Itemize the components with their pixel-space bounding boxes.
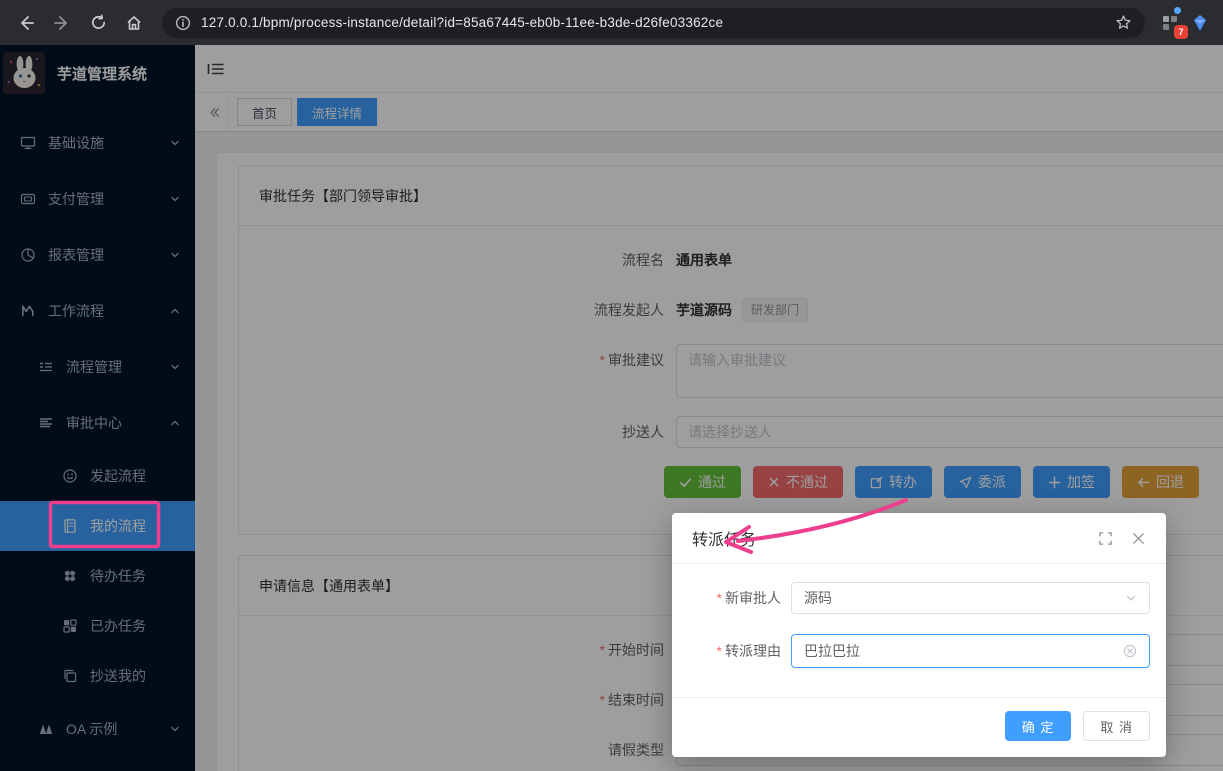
reload-icon[interactable]: [82, 7, 114, 39]
dialog-body: *新审批人 源码 *转派理由 巴拉巴拉: [672, 564, 1166, 697]
fullscreen-icon[interactable]: [1098, 531, 1113, 546]
extension-icon[interactable]: 7: [1157, 10, 1183, 36]
bookmark-star-icon[interactable]: [1115, 14, 1132, 31]
confirm-button[interactable]: 确 定: [1005, 711, 1072, 741]
reason-input[interactable]: 巴拉巴拉: [791, 634, 1150, 668]
site-info-icon[interactable]: [175, 15, 191, 31]
assignee-value: 源码: [804, 588, 1125, 608]
transfer-task-dialog: 转派任务 *新审批人 源码 *转派理由 巴拉巴拉: [672, 513, 1166, 757]
dialog-title: 转派任务: [692, 526, 1080, 550]
home-icon[interactable]: [118, 7, 150, 39]
chevron-down-icon: [1125, 592, 1137, 604]
required-asterisk: *: [717, 590, 722, 606]
forward-icon[interactable]: [46, 7, 78, 39]
cancel-button[interactable]: 取 消: [1083, 711, 1150, 741]
browser-toolbar: 127.0.0.1/bpm/process-instance/detail?id…: [0, 0, 1223, 45]
gem-extension-icon[interactable]: [1187, 10, 1213, 36]
dialog-footer: 确 定 取 消: [672, 697, 1166, 757]
extension-badge: 7: [1174, 25, 1188, 39]
reason-value: 巴拉巴拉: [804, 641, 1123, 661]
clear-input-icon[interactable]: [1123, 644, 1137, 658]
back-icon[interactable]: [10, 7, 42, 39]
dialog-row-reason: *转派理由 巴拉巴拉: [692, 634, 1150, 668]
extension-dot: [1174, 7, 1181, 14]
assignee-select[interactable]: 源码: [791, 582, 1150, 614]
assignee-label: *新审批人: [692, 588, 791, 608]
close-icon[interactable]: [1131, 531, 1146, 546]
reason-label: *转派理由: [692, 641, 791, 661]
dialog-row-assignee: *新审批人 源码: [692, 582, 1150, 614]
url-text[interactable]: 127.0.0.1/bpm/process-instance/detail?id…: [201, 15, 1105, 30]
address-bar[interactable]: 127.0.0.1/bpm/process-instance/detail?id…: [162, 8, 1145, 38]
dialog-header: 转派任务: [672, 513, 1166, 564]
required-asterisk: *: [717, 643, 722, 659]
